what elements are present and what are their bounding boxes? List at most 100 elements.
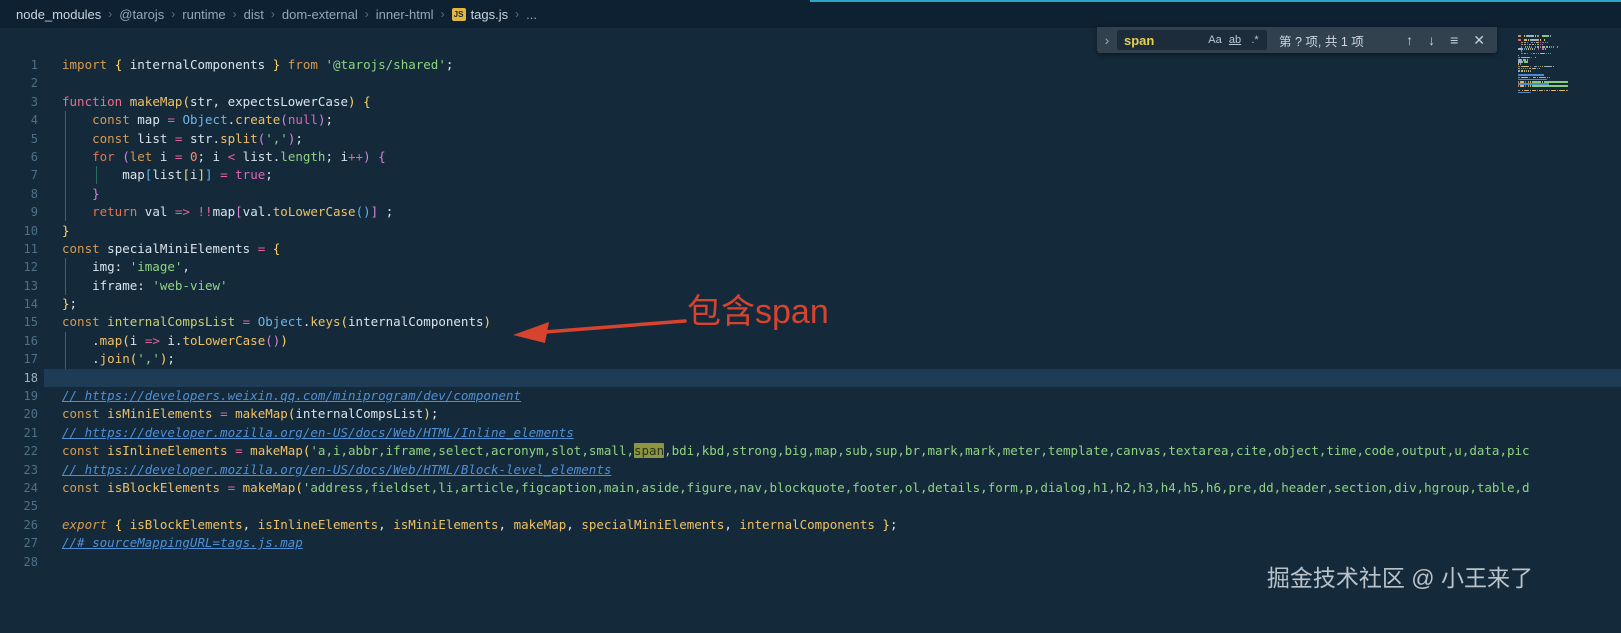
find-actions: ↑ ↓ ≡ ✕ — [1406, 32, 1497, 49]
code-text: .map(i => i.toLowerCase()) — [62, 332, 288, 350]
code-text: iframe: 'web-view' — [62, 277, 228, 295]
breadcrumb-item-tags-js[interactable]: JStags.js — [452, 7, 509, 22]
chevron-right-icon: › — [171, 7, 175, 21]
line-number[interactable]: 14 — [0, 295, 38, 313]
line-number[interactable]: 17 — [0, 350, 38, 368]
line-number[interactable]: 8 — [0, 185, 38, 203]
code-text: //# sourceMappingURL=tags.js.map — [62, 534, 303, 552]
code-text: // https://developers.weixin.qq.com/mini… — [62, 387, 521, 405]
code-line-25[interactable]: 25 — [0, 497, 1621, 515]
line-number[interactable]: 22 — [0, 442, 38, 460]
find-widget: › span Aaab .* 第 ? 项, 共 1 项 ↑ ↓ ≡ ✕ — [1097, 27, 1497, 53]
find-collapse-chevron-icon[interactable]: › — [1097, 32, 1117, 48]
line-number[interactable]: 23 — [0, 461, 38, 479]
line-number[interactable]: 6 — [0, 148, 38, 166]
breadcrumb-item-tarojs[interactable]: @tarojs — [119, 7, 164, 22]
code-line-12[interactable]: 12 img: 'image', — [0, 258, 1621, 276]
code-line-22[interactable]: 22 const isInlineElements = makeMap('a,i,… — [0, 442, 1621, 460]
line-number[interactable]: 12 — [0, 258, 38, 276]
line-number[interactable]: 26 — [0, 516, 38, 534]
code-text: img: 'image', — [62, 258, 190, 276]
code-text: const isInlineElements = makeMap('a,i,ab… — [62, 442, 1530, 460]
code-line-17[interactable]: 17 .join(','); — [0, 350, 1621, 368]
code-line-23[interactable]: 23// https://developer.mozilla.org/en-US… — [0, 461, 1621, 479]
line-number[interactable]: 4 — [0, 111, 38, 129]
code-line-26[interactable]: 26 export { isBlockElements, isInlineElem… — [0, 516, 1621, 534]
find-in-selection-icon[interactable]: ≡ — [1450, 32, 1458, 49]
code-line-24[interactable]: 24const isBlockElements = makeMap('addre… — [0, 479, 1621, 497]
chevron-right-icon: › — [515, 7, 519, 21]
code-line-19[interactable]: 19 // https://developers.weixin.qq.com/mi… — [0, 387, 1621, 405]
find-toggles: Aaab .* — [1207, 34, 1267, 46]
line-number[interactable]: 1 — [0, 56, 38, 74]
breadcrumb-item-[interactable]: ... — [526, 7, 537, 22]
annotation-arrow-icon — [505, 305, 695, 347]
code-line-10[interactable]: 10} — [0, 222, 1621, 240]
code-text: function makeMap(str, expectsLowerCase) … — [62, 93, 371, 111]
line-number[interactable]: 28 — [0, 553, 38, 571]
line-number[interactable]: 11 — [0, 240, 38, 258]
line-number[interactable]: 9 — [0, 203, 38, 221]
js-file-icon: JS — [452, 8, 466, 21]
chevron-right-icon: › — [365, 7, 369, 21]
code-line-7[interactable]: 7 map[list[i]] = true; — [0, 166, 1621, 184]
code-line-6[interactable]: 6 for (let i = 0; i < list.length; i++) … — [0, 148, 1621, 166]
line-number[interactable]: 21 — [0, 424, 38, 442]
breadcrumb-item-inner-html[interactable]: inner-html — [376, 7, 434, 22]
line-number[interactable]: 10 — [0, 222, 38, 240]
code-line-5[interactable]: 5 const list = str.split(','); — [0, 130, 1621, 148]
breadcrumb-item-node-modules[interactable]: node_modules — [16, 7, 101, 22]
code-text: import { internalComponents } from '@tar… — [62, 56, 453, 74]
code-text: // https://developer.mozilla.org/en-US/d… — [62, 424, 574, 442]
line-number[interactable]: 15 — [0, 313, 38, 331]
code-text: .join(','); — [62, 350, 175, 368]
line-number[interactable]: 18 — [0, 369, 38, 387]
line-number[interactable]: 2 — [0, 74, 38, 92]
find-search-input[interactable]: span Aaab .* — [1117, 30, 1267, 50]
line-number[interactable]: 5 — [0, 130, 38, 148]
code-line-11[interactable]: 11const specialMiniElements = { — [0, 240, 1621, 258]
code-text: return val => !!map[val.toLowerCase()] ; — [62, 203, 393, 221]
code-line-3[interactable]: 3 function makeMap(str, expectsLowerCase)… — [0, 93, 1621, 111]
line-number[interactable]: 19 — [0, 387, 38, 405]
code-line-27[interactable]: 27 //# sourceMappingURL=tags.js.map — [0, 534, 1621, 552]
line-number[interactable]: 27 — [0, 534, 38, 552]
code-line-8[interactable]: 8 } — [0, 185, 1621, 203]
chevron-right-icon: › — [441, 7, 445, 21]
editor-top-accent-line — [810, 0, 1621, 2]
code-line-18[interactable]: 18 — [0, 369, 1621, 387]
line-number[interactable]: 3 — [0, 93, 38, 111]
whole-word-toggle-icon[interactable]: ab — [1227, 34, 1243, 46]
line-number[interactable]: 16 — [0, 332, 38, 350]
match-case-toggle-icon[interactable]: Aa — [1207, 34, 1223, 46]
line-number[interactable]: 25 — [0, 497, 38, 515]
chevron-right-icon: › — [233, 7, 237, 21]
find-query-text[interactable]: span — [1117, 33, 1207, 48]
code-text: export { isBlockElements, isInlineElemen… — [62, 516, 897, 534]
line-number[interactable]: 20 — [0, 405, 38, 423]
minimap[interactable] — [1518, 35, 1568, 96]
line-number[interactable]: 7 — [0, 166, 38, 184]
code-line-20[interactable]: 20const isMiniElements = makeMap(interna… — [0, 405, 1621, 423]
breadcrumb-item-runtime[interactable]: runtime — [182, 7, 225, 22]
next-match-icon[interactable]: ↓ — [1428, 32, 1435, 49]
code-line-1[interactable]: 1 import { internalComponents } from '@ta… — [0, 56, 1621, 74]
annotation-label: 包含span — [687, 292, 829, 333]
code-line-9[interactable]: 9 return val => !!map[val.toLowerCase()]… — [0, 203, 1621, 221]
line-number[interactable]: 24 — [0, 479, 38, 497]
watermark-text: 掘金技术社区 @ 小王来了 — [1267, 559, 1533, 593]
line-number[interactable]: 13 — [0, 277, 38, 295]
breadcrumb-item-dom-external[interactable]: dom-external — [282, 7, 358, 22]
previous-match-icon[interactable]: ↑ — [1406, 32, 1413, 49]
code-line-2[interactable]: 2 — [0, 74, 1621, 92]
code-line-4[interactable]: 4 const map = Object.create(null); — [0, 111, 1621, 129]
close-icon[interactable]: ✕ — [1473, 32, 1485, 49]
code-line-16[interactable]: 16 .map(i => i.toLowerCase()) — [0, 332, 1621, 350]
code-line-21[interactable]: 21 // https://developer.mozilla.org/en-US… — [0, 424, 1621, 442]
chevron-right-icon: › — [108, 7, 112, 21]
breadcrumb-item-dist[interactable]: dist — [244, 7, 264, 22]
regex-toggle-icon[interactable]: .* — [1247, 34, 1263, 46]
code-text: const map = Object.create(null); — [62, 111, 333, 129]
code-text: } — [62, 185, 100, 203]
find-results-count: 第 ? 项, 共 1 项 — [1279, 31, 1364, 50]
